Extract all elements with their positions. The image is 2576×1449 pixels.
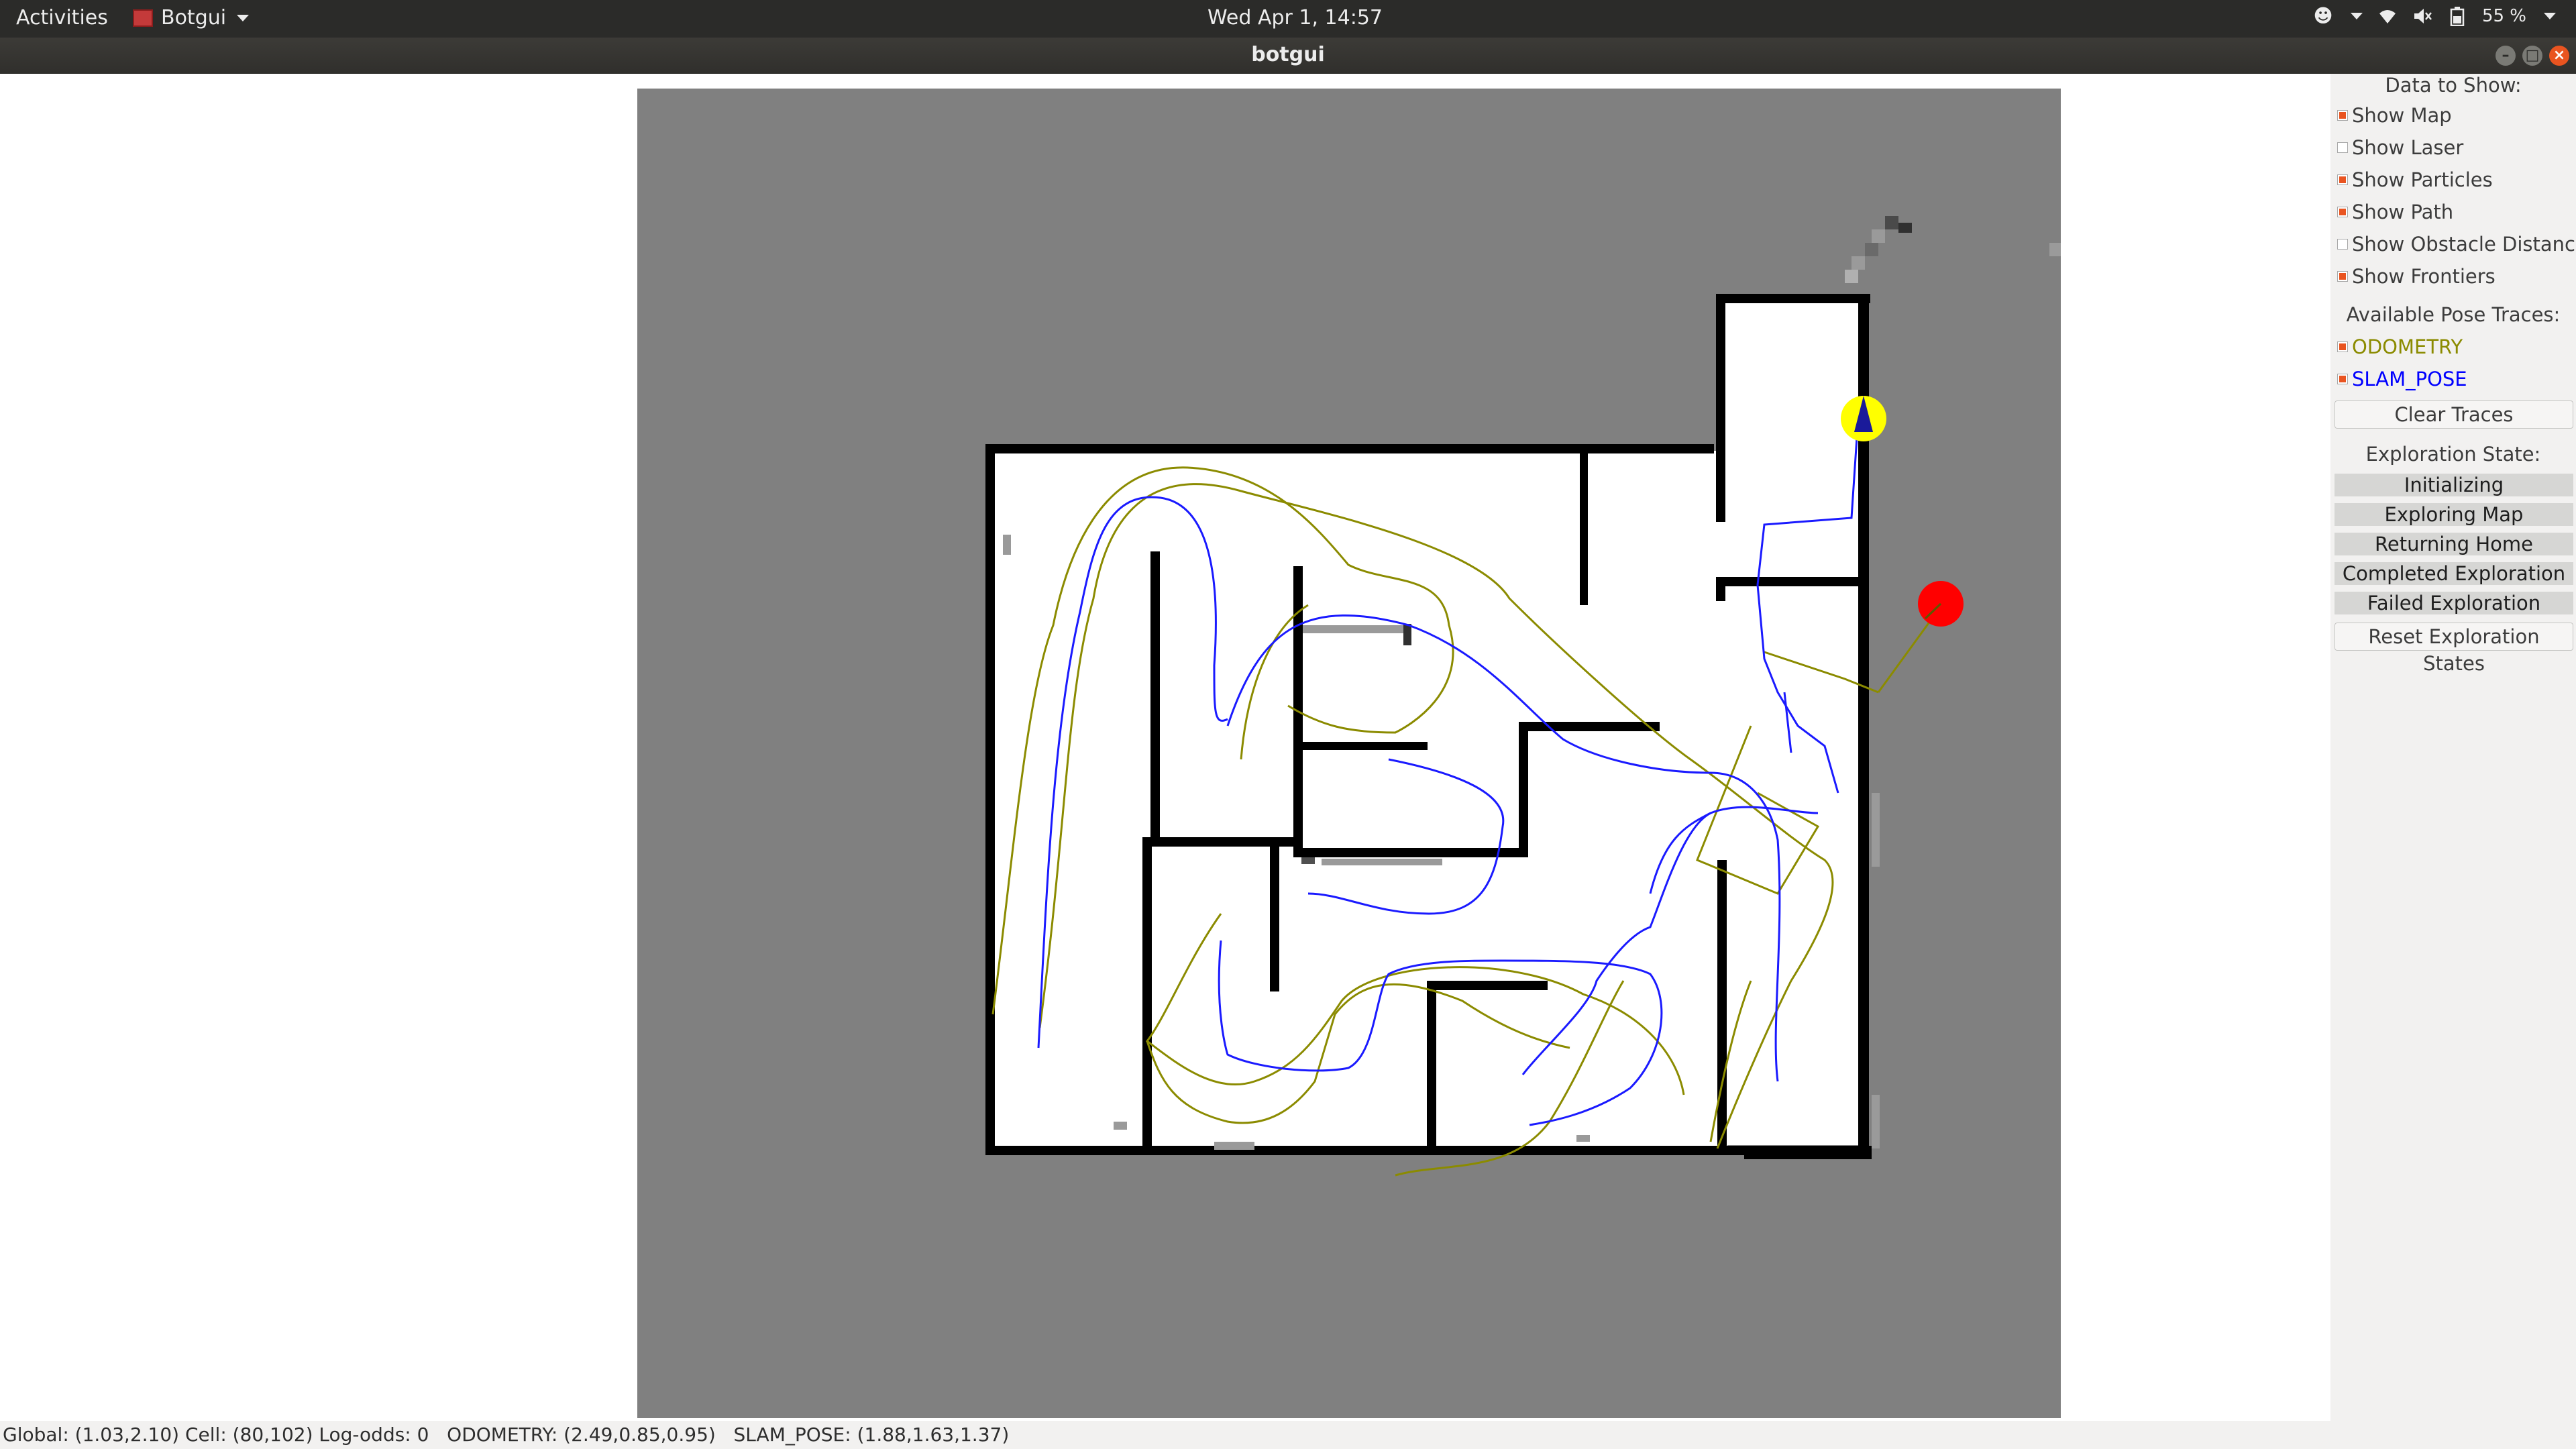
- show-frontiers-checkbox[interactable]: Show Frontiers: [2337, 265, 2496, 288]
- status-global: Global: (1.03,2.10): [3, 1424, 180, 1446]
- show-obstacle-distances-checkbox[interactable]: Show Obstacle Distances: [2337, 233, 2576, 256]
- control-panel: Data to Show: Show Map Show Laser Show P…: [2330, 74, 2576, 1421]
- checkbox-label: Show Frontiers: [2352, 265, 2496, 288]
- reset-exploration-states-button[interactable]: Reset Exploration States: [2334, 623, 2573, 675]
- show-map-checkbox[interactable]: Show Map: [2337, 104, 2452, 127]
- status-odometry: ODOMETRY: (2.49,0.85,0.95): [447, 1424, 716, 1446]
- activities-button[interactable]: Activities: [16, 6, 108, 30]
- status-bar: Global: (1.03,2.10) Cell: (80,102) Log-o…: [0, 1421, 2576, 1449]
- checkbox-label: SLAM_POSE: [2352, 368, 2467, 390]
- checkbox-label: ODOMETRY: [2352, 335, 2463, 358]
- checkbox-label: Show Map: [2352, 104, 2452, 127]
- checkbox-icon[interactable]: [2337, 239, 2348, 250]
- checkbox-label: Show Obstacle Distances: [2352, 233, 2576, 256]
- chevron-down-icon[interactable]: [2544, 13, 2556, 19]
- battery-percent: 55 %: [2481, 6, 2526, 26]
- maximize-icon[interactable]: □: [2522, 46, 2542, 66]
- window-title: botgui: [1251, 43, 1325, 66]
- system-top-bar: Activities Botgui Wed Apr 1, 14:57 ☻ 55 …: [0, 0, 2576, 38]
- close-icon[interactable]: ×: [2549, 46, 2569, 66]
- show-path-checkbox[interactable]: Show Path: [2337, 201, 2453, 223]
- clock[interactable]: Wed Apr 1, 14:57: [1208, 6, 1383, 30]
- slam-pose-trace-checkbox[interactable]: SLAM_POSE: [2337, 368, 2467, 390]
- app-menu[interactable]: Botgui: [133, 6, 250, 30]
- data-to-show-header: Data to Show:: [2385, 74, 2522, 97]
- status-cell: Cell: (80,102): [185, 1424, 313, 1446]
- battery-icon[interactable]: [2447, 6, 2467, 27]
- state-exploring-map: Exploring Map: [2334, 503, 2573, 526]
- checkbox-icon[interactable]: [2337, 174, 2348, 185]
- robot-pose-icon: [1841, 396, 1886, 441]
- checkbox-icon[interactable]: [2337, 374, 2348, 384]
- state-returning-home: Returning Home: [2334, 533, 2573, 555]
- checkbox-label: Show Path: [2352, 201, 2454, 223]
- chevron-down-icon[interactable]: [2350, 13, 2363, 19]
- window-title-bar[interactable]: botgui – □ ×: [0, 38, 2576, 74]
- minimize-icon[interactable]: –: [2496, 46, 2516, 66]
- app-menu-label: Botgui: [161, 6, 227, 30]
- checkbox-icon[interactable]: [2337, 271, 2348, 282]
- volume-mute-icon[interactable]: [2412, 6, 2432, 26]
- clear-traces-button[interactable]: Clear Traces: [2334, 400, 2573, 429]
- show-particles-checkbox[interactable]: Show Particles: [2337, 168, 2493, 191]
- accessibility-icon[interactable]: ☻: [2313, 6, 2333, 26]
- checkbox-icon[interactable]: [2337, 341, 2348, 352]
- wifi-icon[interactable]: [2377, 6, 2398, 26]
- state-completed-exploration: Completed Exploration: [2334, 562, 2573, 585]
- exploration-state-header: Exploration State:: [2365, 443, 2541, 466]
- status-slam-pose: SLAM_POSE: (1.88,1.63,1.37): [733, 1424, 1010, 1446]
- system-tray[interactable]: ☻ 55 %: [2313, 6, 2556, 27]
- map-canvas[interactable]: [637, 89, 2061, 1418]
- state-initializing: Initializing: [2334, 474, 2573, 496]
- frontier-goal-icon: [1918, 581, 1964, 627]
- checkbox-icon[interactable]: [2337, 142, 2348, 153]
- checkbox-icon[interactable]: [2337, 207, 2348, 217]
- checkbox-label: Show Laser: [2352, 136, 2464, 159]
- checkbox-icon[interactable]: [2337, 110, 2348, 121]
- app-icon: [133, 9, 153, 27]
- checkbox-label: Show Particles: [2352, 168, 2493, 191]
- pose-traces-header: Available Pose Traces:: [2346, 303, 2561, 326]
- status-logodds: Log-odds: 0: [319, 1424, 429, 1446]
- state-failed-exploration: Failed Exploration: [2334, 592, 2573, 614]
- window-controls: – □ ×: [2496, 46, 2569, 66]
- chevron-down-icon: [237, 14, 250, 21]
- odometry-trace-checkbox[interactable]: ODOMETRY: [2337, 335, 2463, 358]
- show-laser-checkbox[interactable]: Show Laser: [2337, 136, 2463, 159]
